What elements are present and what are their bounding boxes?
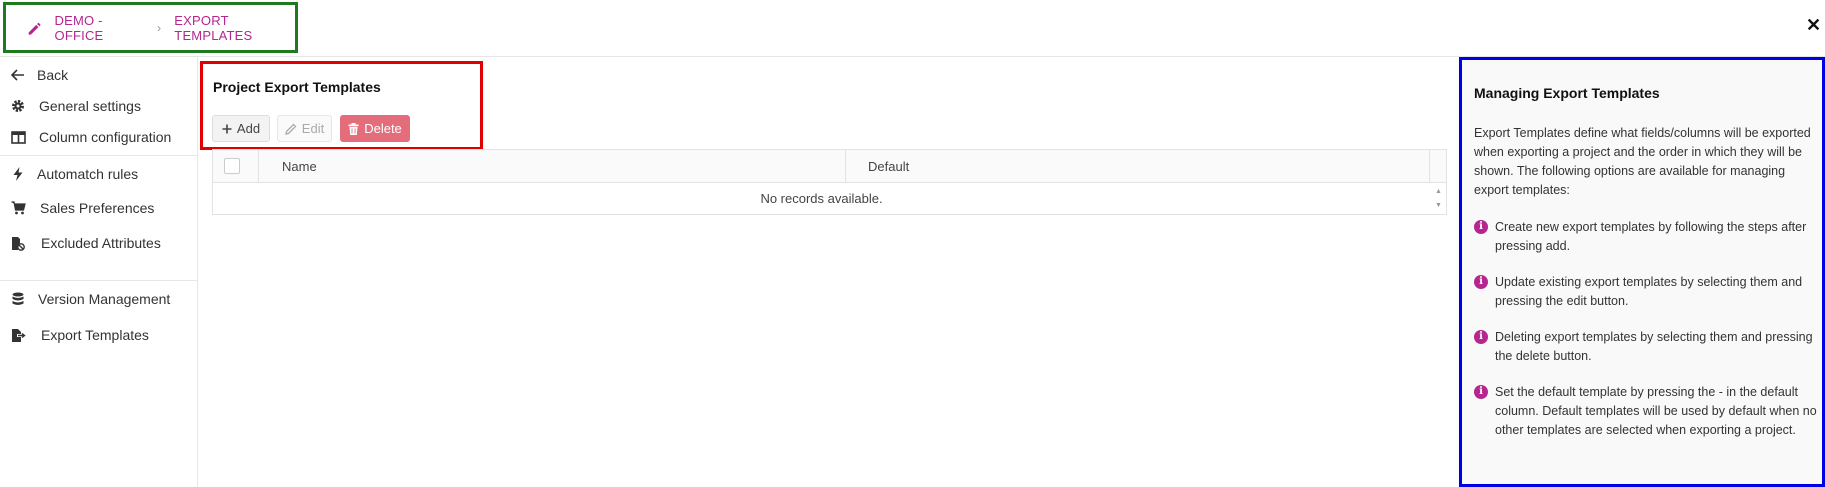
- info-icon: i: [1474, 385, 1488, 399]
- pencil-icon: [28, 22, 41, 35]
- pencil-icon: [284, 123, 297, 135]
- excluded-file-icon: [9, 234, 27, 252]
- sidebar-item-label: General settings: [39, 98, 141, 114]
- edit-button[interactable]: Edit: [277, 115, 332, 142]
- sidebar-item-label: Version Management: [38, 291, 171, 307]
- help-item-text: Set the default template by pressing the…: [1495, 385, 1817, 437]
- gear-icon: [9, 97, 27, 115]
- arrow-left-icon: [9, 66, 27, 84]
- sidebar-item-label: Automatch rules: [37, 166, 139, 182]
- sidebar-item-label: Column configuration: [39, 129, 172, 145]
- empty-grid-message: No records available.: [760, 191, 883, 206]
- breadcrumb: DEMO - OFFICE › EXPORT TEMPLATES: [3, 2, 298, 53]
- page-title: Project Export Templates: [213, 79, 381, 95]
- edit-button-label: Edit: [301, 121, 325, 136]
- scroll-up-arrow-icon[interactable]: ▲: [1435, 188, 1442, 195]
- delete-button-label: Delete: [364, 121, 402, 136]
- info-icon: i: [1474, 330, 1488, 344]
- trash-icon: [348, 122, 359, 135]
- info-icon: i: [1474, 220, 1488, 234]
- sidebar-item-version-management[interactable]: Version Management: [0, 281, 197, 317]
- select-all-checkbox[interactable]: [224, 158, 240, 174]
- help-item-text: Update existing export templates by sele…: [1495, 275, 1803, 308]
- sidebar-item-label: Excluded Attributes: [41, 235, 161, 251]
- database-icon: [9, 290, 27, 308]
- select-all-column: [213, 150, 259, 183]
- column-header-name[interactable]: Name: [259, 150, 846, 183]
- bolt-icon: [9, 165, 27, 183]
- scroll-down-arrow-icon[interactable]: ▼: [1435, 202, 1442, 209]
- export-file-icon: [9, 326, 27, 344]
- close-button[interactable]: ✕: [1806, 15, 1821, 36]
- column-header-default[interactable]: Default: [846, 150, 1430, 183]
- breadcrumb-root[interactable]: DEMO - OFFICE: [55, 13, 145, 43]
- sidebar-item-label: Back: [37, 67, 69, 83]
- breadcrumb-separator: ›: [157, 20, 162, 35]
- templates-grid: Name Default No records available. ▲ ▼: [212, 149, 1447, 215]
- grid-header: Name Default: [213, 150, 1446, 183]
- sidebar-item-column-configuration[interactable]: Column configuration: [0, 119, 197, 155]
- add-button-label: Add: [236, 121, 261, 136]
- help-item-text: Deleting export templates by selecting t…: [1495, 330, 1813, 363]
- add-button[interactable]: Add: [212, 115, 270, 142]
- help-title: Managing Export Templates: [1474, 85, 1660, 101]
- sidebar-item-excluded-attributes[interactable]: Excluded Attributes: [0, 225, 197, 261]
- sidebar-item-label: Sales Preferences: [40, 200, 155, 216]
- help-intro: Export Templates define what fields/colu…: [1474, 126, 1811, 197]
- info-icon: i: [1474, 275, 1488, 289]
- sidebar-item-sales-preferences[interactable]: Sales Preferences: [0, 190, 197, 226]
- plus-icon: [222, 124, 232, 133]
- breadcrumb-current: EXPORT TEMPLATES: [174, 12, 253, 43]
- sidebar-item-label: Export Templates: [41, 327, 149, 343]
- cart-icon: [9, 199, 27, 217]
- delete-button[interactable]: Delete: [340, 115, 410, 142]
- top-header: DEMO - OFFICE › EXPORT TEMPLATES ✕: [0, 0, 1825, 57]
- help-item-text: Create new export templates by following…: [1495, 220, 1807, 253]
- sidebar-item-automatch-rules[interactable]: Automatch rules: [0, 156, 197, 192]
- columns-icon: [9, 128, 27, 146]
- sidebar-item-export-templates[interactable]: Export Templates: [0, 317, 197, 353]
